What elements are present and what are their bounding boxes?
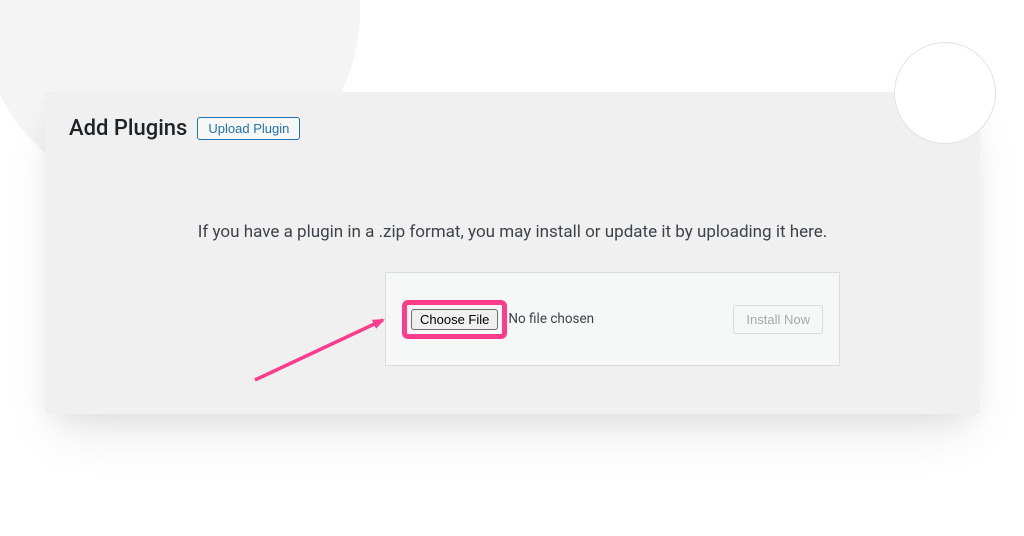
upload-form: Choose File No file chosen Install Now	[385, 272, 840, 366]
install-now-button[interactable]: Install Now	[733, 305, 823, 334]
page-title: Add Plugins	[69, 116, 187, 141]
upload-plugin-toggle-button[interactable]: Upload Plugin	[197, 117, 300, 140]
upload-instruction-text: If you have a plugin in a .zip format, y…	[45, 222, 980, 242]
file-input-group: Choose File No file chosen	[402, 300, 594, 339]
choose-file-button[interactable]: Choose File	[411, 309, 498, 330]
panel-header: Add Plugins Upload Plugin	[69, 116, 300, 141]
decorative-circle-small	[894, 42, 996, 144]
file-status-text: No file chosen	[508, 311, 594, 327]
choose-file-highlight: Choose File	[402, 300, 507, 339]
annotation-arrow-icon	[245, 302, 405, 392]
add-plugins-panel: Add Plugins Upload Plugin If you have a …	[45, 92, 980, 414]
